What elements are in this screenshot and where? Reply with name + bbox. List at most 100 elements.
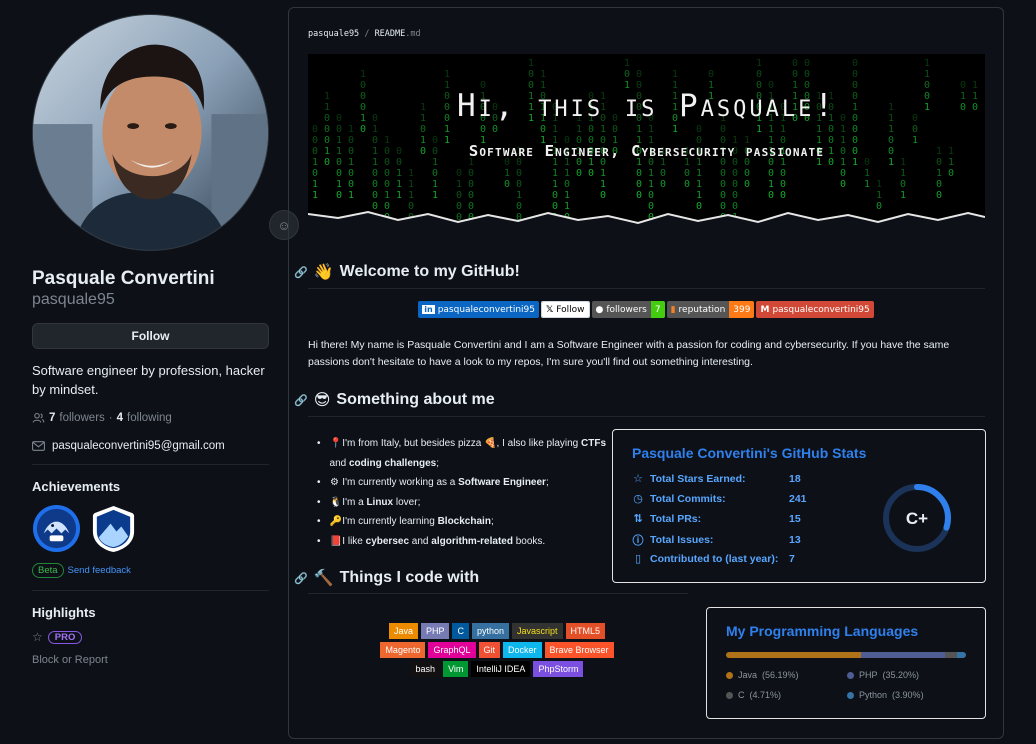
language-pct: 35.20% xyxy=(885,670,917,680)
language-name: C xyxy=(738,690,745,700)
stat-label: Contributed to (last year): xyxy=(650,552,779,565)
about-text: and xyxy=(409,535,432,547)
gmail-shield[interactable]: Mpasqualeconvertini95 xyxy=(756,301,874,318)
language-pct: 3.90% xyxy=(895,690,921,700)
stat-value: 7 xyxy=(789,552,795,565)
book-icon: 📕 xyxy=(329,535,342,547)
divider xyxy=(32,464,269,465)
block-or-report-link[interactable]: Block or Report xyxy=(32,654,269,666)
languages-card[interactable]: My Programming Languages Java (56.19%) P… xyxy=(706,607,986,719)
anchor-link-icon[interactable]: 🔗 xyxy=(294,572,308,585)
about-text: ; xyxy=(436,457,440,469)
email-link[interactable]: pasqualeconvertini95@gmail.com xyxy=(52,440,225,452)
language-item: Python (3.90%) xyxy=(847,690,924,700)
pin-icon: 📍 xyxy=(329,438,342,449)
about-bold: algorithm-related xyxy=(431,535,513,547)
followers-label[interactable]: followers xyxy=(59,412,104,424)
mail-icon xyxy=(32,441,45,451)
list-item: 📍 I'm from Italy, but besides pizza 🍕, I… xyxy=(317,434,607,473)
github-followers-shield[interactable]: ● followers 7 xyxy=(591,301,665,318)
about-text: I like xyxy=(342,535,366,547)
breadcrumb-file[interactable]: README xyxy=(375,29,406,39)
about-bold: coding challenges xyxy=(348,457,437,469)
language-item: C (4.71%) xyxy=(726,690,781,700)
language-item: Java (56.19%) xyxy=(726,670,799,680)
about-heading: 🔗 😎 Something about me xyxy=(294,390,495,410)
pull-request-icon: ⇅ xyxy=(633,513,643,525)
language-bar-segment xyxy=(726,652,861,658)
about-text: ; xyxy=(545,477,549,488)
about-bold: CTFs xyxy=(581,438,607,449)
breadcrumb-ext: .md xyxy=(405,29,421,39)
tool-badge-docker: Docker xyxy=(503,642,542,658)
avatar[interactable] xyxy=(32,14,269,251)
about-text: I'm currently learning xyxy=(342,516,438,527)
language-bar-segment xyxy=(945,652,957,658)
tool-badge-graphql: GraphQL xyxy=(428,642,476,658)
about-text: and xyxy=(329,457,349,469)
language-bar-segment xyxy=(860,652,946,658)
beta-row: Beta Send feedback xyxy=(32,563,269,578)
following-count[interactable]: 4 xyxy=(117,412,123,424)
stat-value: 241 xyxy=(789,492,807,505)
torn-edge xyxy=(308,210,985,239)
reputation-shield[interactable]: ▮ reputation 399 xyxy=(666,301,755,318)
anchor-link-icon[interactable]: 🔗 xyxy=(294,266,308,279)
tool-badge-git: Git xyxy=(478,642,501,658)
x-follow-label: Follow xyxy=(556,304,585,315)
email-row: pasqualeconvertini95@gmail.com xyxy=(32,440,269,452)
about-text: I'm a xyxy=(342,496,367,508)
penguin-icon: 🐧 xyxy=(329,496,342,508)
language-bar-segment xyxy=(956,652,966,658)
profile-page: ☺ Pasquale Convertini pasquale95 Follow … xyxy=(0,0,1036,744)
tool-row: Java PHP Cpython Javascript HTML5 xyxy=(337,623,657,639)
reputation-label: reputation xyxy=(678,304,726,315)
x-follow-shield[interactable]: 𝕏 Follow xyxy=(541,301,590,318)
stat-row: ▯ Contributed to (last year): 7 xyxy=(632,552,795,566)
followers-count[interactable]: 7 xyxy=(49,412,55,424)
stat-value: 13 xyxy=(789,534,801,546)
arctic-code-vault-badge-icon[interactable] xyxy=(89,504,138,553)
heading-divider xyxy=(308,288,985,289)
heading-divider xyxy=(308,593,688,594)
pro-badge: PRO xyxy=(47,630,83,644)
follow-button[interactable]: Follow xyxy=(32,323,269,349)
stat-row: ⇅ Total PRs: 15 xyxy=(632,512,800,526)
welcome-heading: 🔗 👋 Welcome to my GitHub! xyxy=(294,262,520,282)
tool-badge-magento: Magento xyxy=(380,642,426,658)
breadcrumb-user[interactable]: pasquale95 xyxy=(308,29,359,39)
followers-row: 7 followers · 4 following xyxy=(32,412,269,424)
tool-badge-bash: bash xyxy=(410,661,441,677)
readme-banner: 0001011110001000110010100100110001001011… xyxy=(308,54,985,239)
language-item: PHP (35.20%) xyxy=(847,670,919,680)
tool-badge-python: python xyxy=(471,623,510,639)
code-heading-text: Things I code with xyxy=(339,569,480,586)
linkedin-shield[interactable]: in pasqualeconvertini95 xyxy=(418,301,539,318)
language-name: Java xyxy=(738,670,758,680)
pull-shark-badge-icon[interactable] xyxy=(32,504,81,553)
profile-login: pasquale95 xyxy=(32,291,115,308)
java-dot xyxy=(726,671,733,679)
following-label[interactable]: following xyxy=(127,412,172,424)
pizza-icon: 🍕 xyxy=(484,438,497,449)
tool-badge-c: C xyxy=(452,623,469,639)
gmail-label: pasqualeconvertini95 xyxy=(772,304,870,315)
linkedin-icon: in xyxy=(422,305,435,314)
breadcrumb-separator: / xyxy=(364,29,370,39)
about-text: I'm currently working as a xyxy=(342,477,459,488)
anchor-link-icon[interactable]: 🔗 xyxy=(294,394,308,407)
about-list: 📍 I'm from Italy, but besides pizza 🍕, I… xyxy=(317,434,607,551)
stat-row: ☆ Total Stars Earned: 18 xyxy=(632,472,801,486)
github-stats-card[interactable]: Pasquale Convertini's GitHub Stats ☆ Tota… xyxy=(612,429,986,583)
achievements-title[interactable]: Achievements xyxy=(32,479,269,494)
followers-shield-label: followers xyxy=(606,304,647,315)
linkedin-label: pasqualeconvertini95 xyxy=(437,304,535,315)
gear-icon: ⚙ xyxy=(330,477,339,488)
beta-label: Beta xyxy=(32,563,64,578)
dot-separator: · xyxy=(108,412,113,424)
stat-value: 18 xyxy=(789,472,801,485)
send-feedback-link[interactable]: Send feedback xyxy=(68,565,131,576)
highlights-title: Highlights xyxy=(32,605,96,620)
reputation-value: 399 xyxy=(729,301,755,318)
about-bold: Linux xyxy=(366,496,394,508)
